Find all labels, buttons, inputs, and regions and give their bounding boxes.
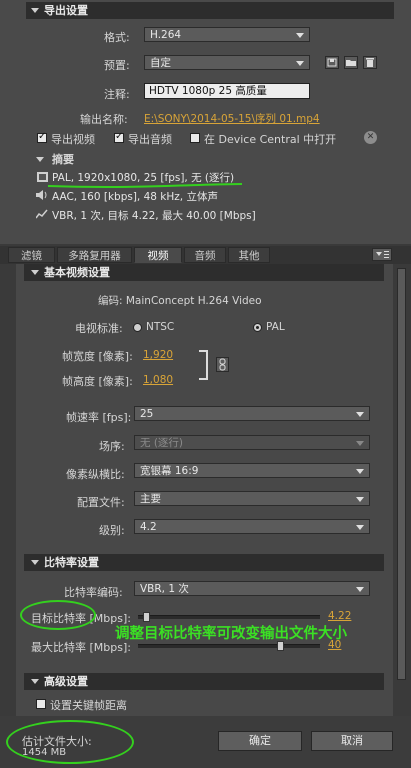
output-name-label: 输出名称: bbox=[80, 113, 128, 126]
collapse-triangle-icon bbox=[31, 679, 39, 684]
export-video-checkbox[interactable] bbox=[37, 131, 47, 143]
import-preset-icon[interactable] bbox=[344, 56, 358, 69]
device-central-checkbox[interactable] bbox=[190, 133, 200, 143]
framerate-label: 帧速率 [fps]: bbox=[66, 411, 132, 424]
collapse-triangle-icon bbox=[31, 560, 39, 565]
link-bracket bbox=[199, 350, 208, 380]
export-settings-header[interactable]: 导出设置 bbox=[26, 2, 394, 19]
level-select[interactable]: 4.2 bbox=[134, 519, 370, 534]
chevron-down-icon bbox=[356, 412, 364, 417]
scrollbar-track[interactable] bbox=[396, 264, 407, 716]
collapse-triangle-icon bbox=[31, 270, 39, 275]
ntsc-label: NTSC bbox=[146, 321, 175, 333]
tv-standard-label: 电视标准: bbox=[75, 322, 123, 335]
tab-audio[interactable]: 音频 bbox=[184, 247, 226, 263]
level-value: 4.2 bbox=[140, 521, 157, 533]
chevron-down-icon bbox=[356, 441, 364, 446]
target-bitrate-slider[interactable] bbox=[138, 615, 320, 619]
advanced-title: 高级设置 bbox=[44, 675, 88, 688]
format-label: 格式: bbox=[104, 31, 130, 44]
preset-value: 自定 bbox=[150, 57, 171, 69]
tab-other[interactable]: 其他 bbox=[228, 247, 270, 263]
keyframe-checkbox[interactable] bbox=[36, 699, 46, 709]
annotation-circle-target bbox=[20, 600, 96, 630]
field-order-select[interactable]: 无 (逐行) bbox=[134, 435, 370, 450]
summary-bitrate-line: VBR, 1 次, 目标 4.22, 最大 40.00 [Mbps] bbox=[52, 210, 256, 222]
codec-line: 编码: MainConcept H.264 Video bbox=[98, 295, 262, 307]
level-label: 级别: bbox=[99, 524, 125, 537]
profile-label: 配置文件: bbox=[77, 496, 125, 509]
advanced-header[interactable]: 高级设置 bbox=[24, 673, 384, 690]
scrollbar-thumb[interactable] bbox=[397, 268, 406, 680]
chevron-down-icon bbox=[356, 469, 364, 474]
comment-input[interactable]: HDTV 1080p 25 高质量 bbox=[144, 83, 310, 99]
annotation-underline bbox=[47, 183, 243, 188]
field-order-label: 场序: bbox=[99, 440, 125, 453]
bitrate-icon bbox=[36, 209, 48, 219]
tab-video[interactable]: 视频 bbox=[134, 247, 182, 263]
pixel-aspect-value: 宽银幕 16:9 bbox=[140, 465, 199, 477]
pixel-aspect-label: 像素纵横比: bbox=[66, 468, 125, 481]
device-central-label: 在 Device Central 中打开 bbox=[204, 133, 337, 146]
output-name-link[interactable]: E:\SONY\2014-05-15\序列 01.mp4 bbox=[144, 111, 320, 126]
speaker-icon bbox=[36, 190, 47, 200]
format-value: H.264 bbox=[150, 29, 182, 41]
field-order-value: 无 (逐行) bbox=[140, 437, 184, 449]
info-icon[interactable]: ✕ bbox=[364, 131, 377, 144]
annotation-text: 调整目标比特率可改变输出文件大小 bbox=[115, 626, 347, 642]
export-audio-label: 导出音频 bbox=[128, 133, 172, 146]
pal-radio[interactable] bbox=[253, 323, 262, 332]
target-bitrate-thumb[interactable] bbox=[143, 612, 151, 622]
summary-collapse-icon[interactable] bbox=[36, 157, 44, 162]
bitrate-header[interactable]: 比特率设置 bbox=[24, 554, 384, 571]
bitrate-title: 比特率设置 bbox=[44, 556, 99, 569]
export-settings-title: 导出设置 bbox=[44, 4, 88, 17]
chain-link-icon[interactable] bbox=[216, 357, 229, 372]
basic-video-title: 基本视频设置 bbox=[44, 266, 110, 279]
profile-value: 主要 bbox=[140, 493, 161, 505]
summary-audio-line: AAC, 160 [kbps], 48 kHz, 立体声 bbox=[52, 191, 218, 203]
save-preset-icon[interactable] bbox=[325, 56, 339, 69]
format-select[interactable]: H.264 bbox=[144, 27, 310, 42]
pal-label: PAL bbox=[266, 321, 285, 333]
chevron-down-icon bbox=[296, 33, 304, 38]
frame-width-value[interactable]: 1,920 bbox=[143, 349, 173, 361]
frame-height-label: 帧高度 [像素]: bbox=[62, 375, 133, 388]
target-bitrate-value[interactable]: 4.22 bbox=[328, 610, 351, 622]
basic-video-header[interactable]: 基本视频设置 bbox=[24, 264, 384, 281]
bitrate-encoding-select[interactable]: VBR, 1 次 bbox=[134, 581, 370, 596]
frame-height-value[interactable]: 1,080 bbox=[143, 374, 173, 386]
delete-preset-icon[interactable] bbox=[363, 56, 377, 69]
tab-filters[interactable]: 滤镜 bbox=[8, 247, 55, 263]
export-video-label: 导出视频 bbox=[51, 133, 95, 146]
chevron-down-icon bbox=[356, 587, 364, 592]
preset-select[interactable]: 自定 bbox=[144, 55, 310, 70]
bitrate-encoding-value: VBR, 1 次 bbox=[140, 583, 189, 595]
profile-select[interactable]: 主要 bbox=[134, 491, 370, 506]
ntsc-radio[interactable] bbox=[133, 323, 142, 332]
tab-multiplexer[interactable]: 多路复用器 bbox=[57, 247, 132, 263]
summary-header: 摘要 bbox=[52, 153, 74, 166]
chevron-down-icon bbox=[356, 497, 364, 502]
annotation-circle-estimate bbox=[6, 720, 134, 764]
ok-button[interactable]: 确定 bbox=[218, 731, 302, 751]
chevron-down-icon bbox=[296, 61, 304, 66]
keyframe-label: 设置关键帧距离 bbox=[50, 699, 127, 712]
framerate-value: 25 bbox=[140, 408, 154, 420]
pixel-aspect-select[interactable]: 宽银幕 16:9 bbox=[134, 463, 370, 478]
chevron-down-icon bbox=[356, 525, 364, 530]
export-audio-checkbox[interactable] bbox=[114, 131, 124, 143]
collapse-triangle-icon bbox=[31, 8, 39, 13]
bitrate-encoding-label: 比特率编码: bbox=[64, 586, 123, 599]
panel-menu-icon[interactable] bbox=[372, 248, 392, 261]
comment-label: 注释: bbox=[104, 88, 130, 101]
max-bitrate-slider[interactable] bbox=[138, 644, 320, 648]
framerate-select[interactable]: 25 bbox=[134, 406, 370, 421]
frame-width-label: 帧宽度 [像素]: bbox=[62, 350, 133, 363]
preset-label: 预置: bbox=[104, 59, 130, 72]
cancel-button[interactable]: 取消 bbox=[311, 731, 393, 751]
